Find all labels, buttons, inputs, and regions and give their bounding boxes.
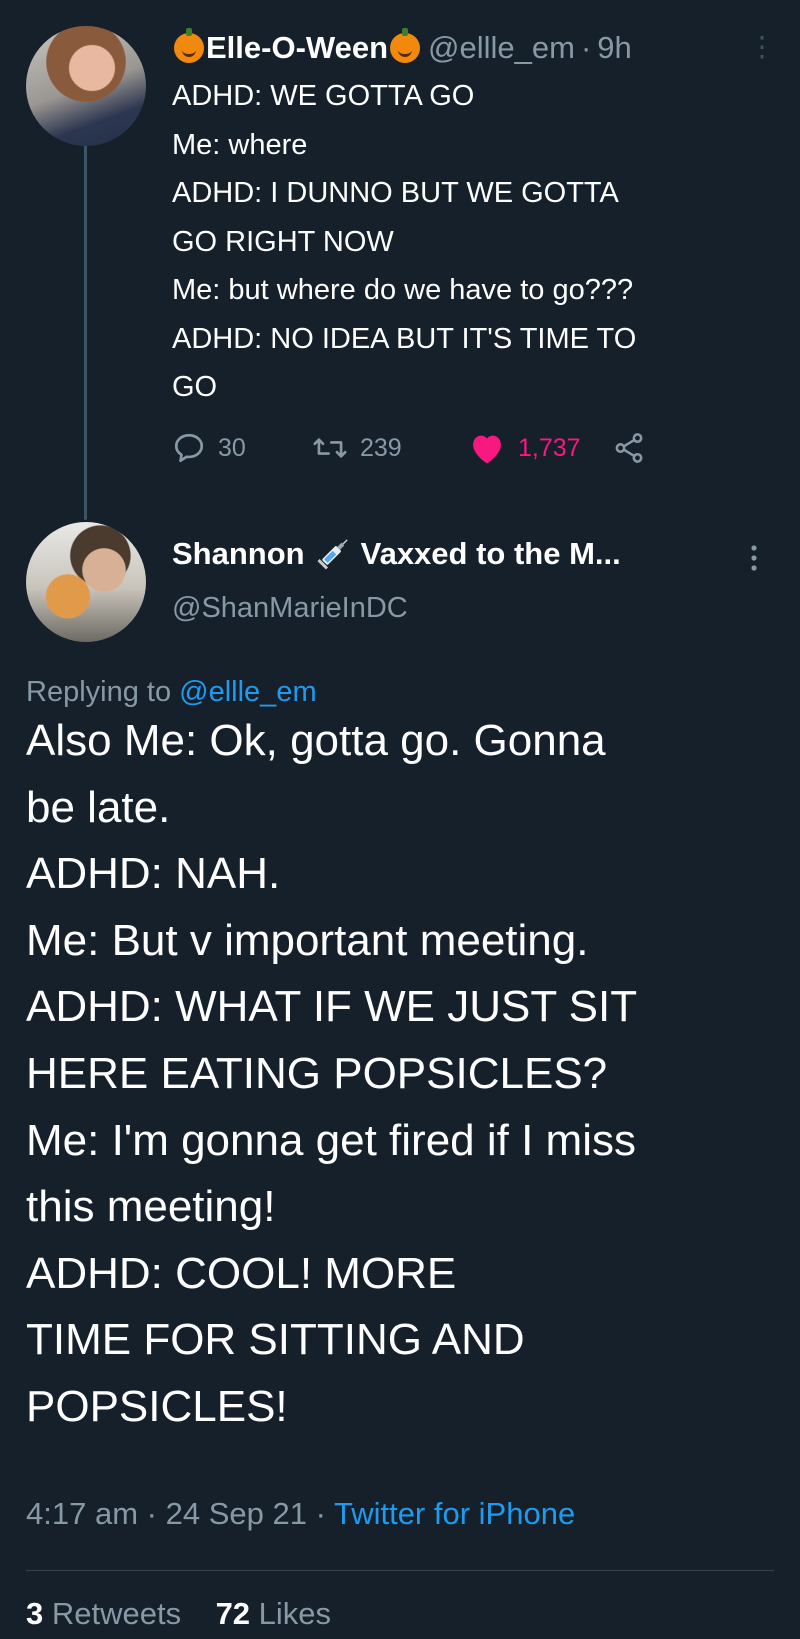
tweet-time[interactable]: 4:17 am [26, 1496, 138, 1531]
tweet-line: GO [172, 371, 218, 403]
like-button[interactable]: 1,737 [468, 428, 581, 468]
tweet-line: ADHD: I DUNNO BUT WE GOTTA [172, 177, 619, 209]
retweets-label: Retweets [51, 1596, 182, 1631]
tweet-source[interactable]: Twitter for iPhone [334, 1496, 575, 1531]
display-name-first: Shannon [172, 536, 305, 571]
tweet-line: be late. [26, 782, 171, 832]
likes-stat[interactable]: 72 Likes [216, 1596, 331, 1631]
handle[interactable]: @ShanMarieInDC [172, 592, 408, 625]
reply-button[interactable]: 30 [172, 428, 246, 468]
tweet-line: Me: I'm gonna get fired if I miss [26, 1115, 636, 1165]
more-options-icon[interactable]: ⋮ [748, 30, 776, 63]
reply-count: 30 [218, 433, 246, 462]
retweets-count: 3 [26, 1596, 44, 1631]
retweet-button[interactable]: 239 [312, 428, 402, 468]
tweet-line: Also Me: Ok, gotta go. Gonna [26, 716, 606, 765]
tweet-date[interactable]: 24 Sep 21 [166, 1496, 307, 1531]
more-options-icon[interactable] [742, 540, 766, 576]
likes-count: 72 [215, 1596, 251, 1631]
tweet-line: GO RIGHT NOW [172, 225, 394, 258]
tweet-header: Elle-O-Ween @ellle_em · 9h [172, 26, 632, 70]
tweet-line: ADHD: COOL! MORE [26, 1248, 457, 1298]
tweet-line: ADHD: NO IDEA BUT IT'S TIME TO [172, 322, 637, 355]
tweet-line: HERE EATING POPSICLES? [26, 1048, 608, 1098]
share-button[interactable] [612, 428, 646, 468]
tweet-text: Also Me: Ok, gotta go. Gonna be late. AD… [26, 708, 786, 1441]
heart-icon [473, 435, 501, 464]
jack-o-lantern-icon [174, 28, 204, 63]
retweet-count: 239 [360, 433, 402, 462]
display-name[interactable]: Elle-O-Ween [206, 30, 388, 66]
tweet-line: Me: But v important meeting. [26, 915, 589, 965]
engagement-stats: 3 Retweets 72 Likes [26, 1596, 331, 1632]
divider [26, 1570, 774, 1571]
retweet-icon [313, 438, 347, 458]
avatar[interactable] [26, 522, 146, 642]
replying-to: Replying to @ellle_em [26, 676, 317, 709]
timestamp[interactable]: 9h [597, 30, 631, 66]
separator: · [315, 1496, 326, 1531]
replying-to-link[interactable]: @ellle_em [179, 676, 316, 708]
likes-label: Likes [258, 1596, 332, 1631]
separator: · [580, 30, 592, 65]
tweet-line: ADHD: WE GOTTA GO [172, 80, 475, 112]
like-count: 1,737 [518, 433, 581, 462]
syringe-icon [317, 539, 348, 570]
tweet-line: Me: where [172, 128, 308, 161]
tweet-line: POPSICLES! [26, 1381, 288, 1431]
tweet-actions: 30 239 1,737 [172, 428, 692, 468]
tweet-line: Me: but where do we have to go??? [172, 274, 634, 306]
share-icon [615, 433, 643, 463]
display-name[interactable]: Shannon Vaxxed to the M... [172, 534, 621, 574]
separator: · [146, 1496, 157, 1531]
tweet-line: this meeting! [26, 1182, 276, 1232]
tweet-text: ADHD: WE GOTTA GO Me: where ADHD: I DUNN… [172, 72, 752, 412]
avatar[interactable] [26, 26, 146, 146]
display-name-rest: Vaxxed to the M... [360, 536, 621, 571]
retweets-stat[interactable]: 3 Retweets [26, 1596, 181, 1631]
replying-to-label: Replying to [26, 676, 172, 708]
tweet-line: ADHD: NAH. [26, 849, 281, 899]
jack-o-lantern-icon [390, 28, 421, 63]
tweet-line: TIME FOR SITTING AND [26, 1315, 525, 1365]
thread-connector-line [84, 142, 87, 520]
handle[interactable]: @ellle_em [428, 30, 575, 66]
reply-icon [174, 433, 204, 463]
tweet-line: ADHD: WHAT IF WE JUST SIT [26, 982, 638, 1032]
tweet-meta: 4:17 am · 24 Sep 21 · Twitter for iPhone [26, 1496, 575, 1532]
